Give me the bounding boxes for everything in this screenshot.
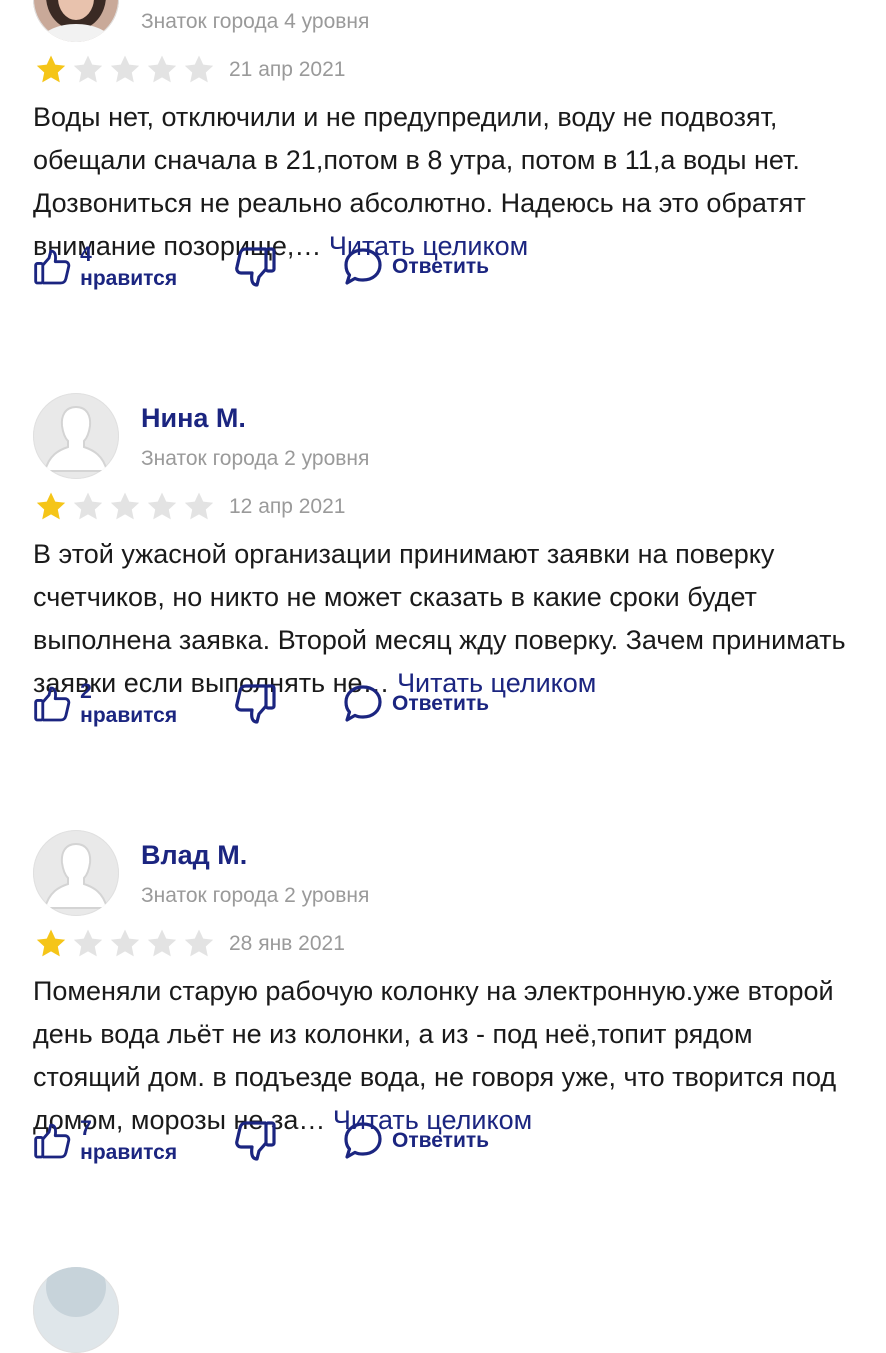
star-empty-icon [73,55,103,83]
thumbs-down-icon [235,684,276,724]
avatar[interactable] [33,393,119,479]
like-count: 2 нравится [80,680,178,727]
author-level: Знаток города 2 уровня [141,447,370,470]
star-empty-icon [184,492,214,520]
review-card: Нина М. Знаток города 2 уровня 12 апр 20… [0,393,886,830]
rating-stars [33,53,218,87]
review-card: Влад М. Знаток города 2 уровня 28 янв 20… [0,830,886,1267]
star-empty-icon [73,492,103,520]
comment-bubble-icon [344,685,382,722]
comment-bubble-icon [344,248,382,285]
review-card: Знаток города 4 уровня 21 апр 2021 Воды … [0,0,886,393]
review-date: 21 апр 2021 [229,58,346,81]
reply-button[interactable]: Ответить [342,1118,489,1164]
star-filled-icon [36,55,66,83]
dislike-button[interactable] [233,244,277,290]
reply-button[interactable]: Ответить [342,244,489,290]
star-empty-icon [110,55,140,83]
rating-stars [33,490,218,524]
review-author[interactable]: Нина М. [141,403,246,434]
review-date: 28 янв 2021 [229,932,345,955]
author-level: Знаток города 2 уровня [141,884,370,907]
reply-label: Ответить [392,255,490,278]
reply-label: Ответить [392,692,490,715]
like-count: 7 нравится [80,1117,178,1164]
dislike-button[interactable] [233,1118,277,1164]
thumbs-down-icon [235,1121,276,1161]
dislike-button[interactable] [233,681,277,727]
like-button[interactable]: 7 нравится [33,1117,182,1164]
like-button[interactable]: 2 нравится [33,680,182,727]
star-empty-icon [147,55,177,83]
reply-label: Ответить [392,1129,490,1152]
review-date: 12 апр 2021 [229,495,346,518]
star-empty-icon [147,929,177,957]
star-empty-icon [184,929,214,957]
thumbs-up-icon [34,249,71,285]
star-empty-icon [147,492,177,520]
avatar[interactable] [33,0,119,42]
rating-stars [33,927,218,961]
default-user-icon [43,842,109,909]
star-filled-icon [36,492,66,520]
like-count: 4 нравится [80,243,178,290]
review-author[interactable]: Влад М. [141,840,247,871]
author-level: Знаток города 4 уровня [141,10,370,33]
star-empty-icon [110,492,140,520]
user-photo-icon [38,0,114,42]
reply-button[interactable]: Ответить [342,681,489,727]
like-button[interactable]: 4 нравится [33,243,182,290]
thumbs-up-icon [34,686,71,722]
star-empty-icon [110,929,140,957]
default-user-icon [43,405,109,472]
thumbs-down-icon [235,247,276,287]
star-empty-icon [184,55,214,83]
star-empty-icon [73,929,103,957]
comment-bubble-icon [344,1122,382,1159]
star-filled-icon [36,929,66,957]
thumbs-up-icon [34,1123,71,1159]
avatar[interactable] [33,830,119,916]
